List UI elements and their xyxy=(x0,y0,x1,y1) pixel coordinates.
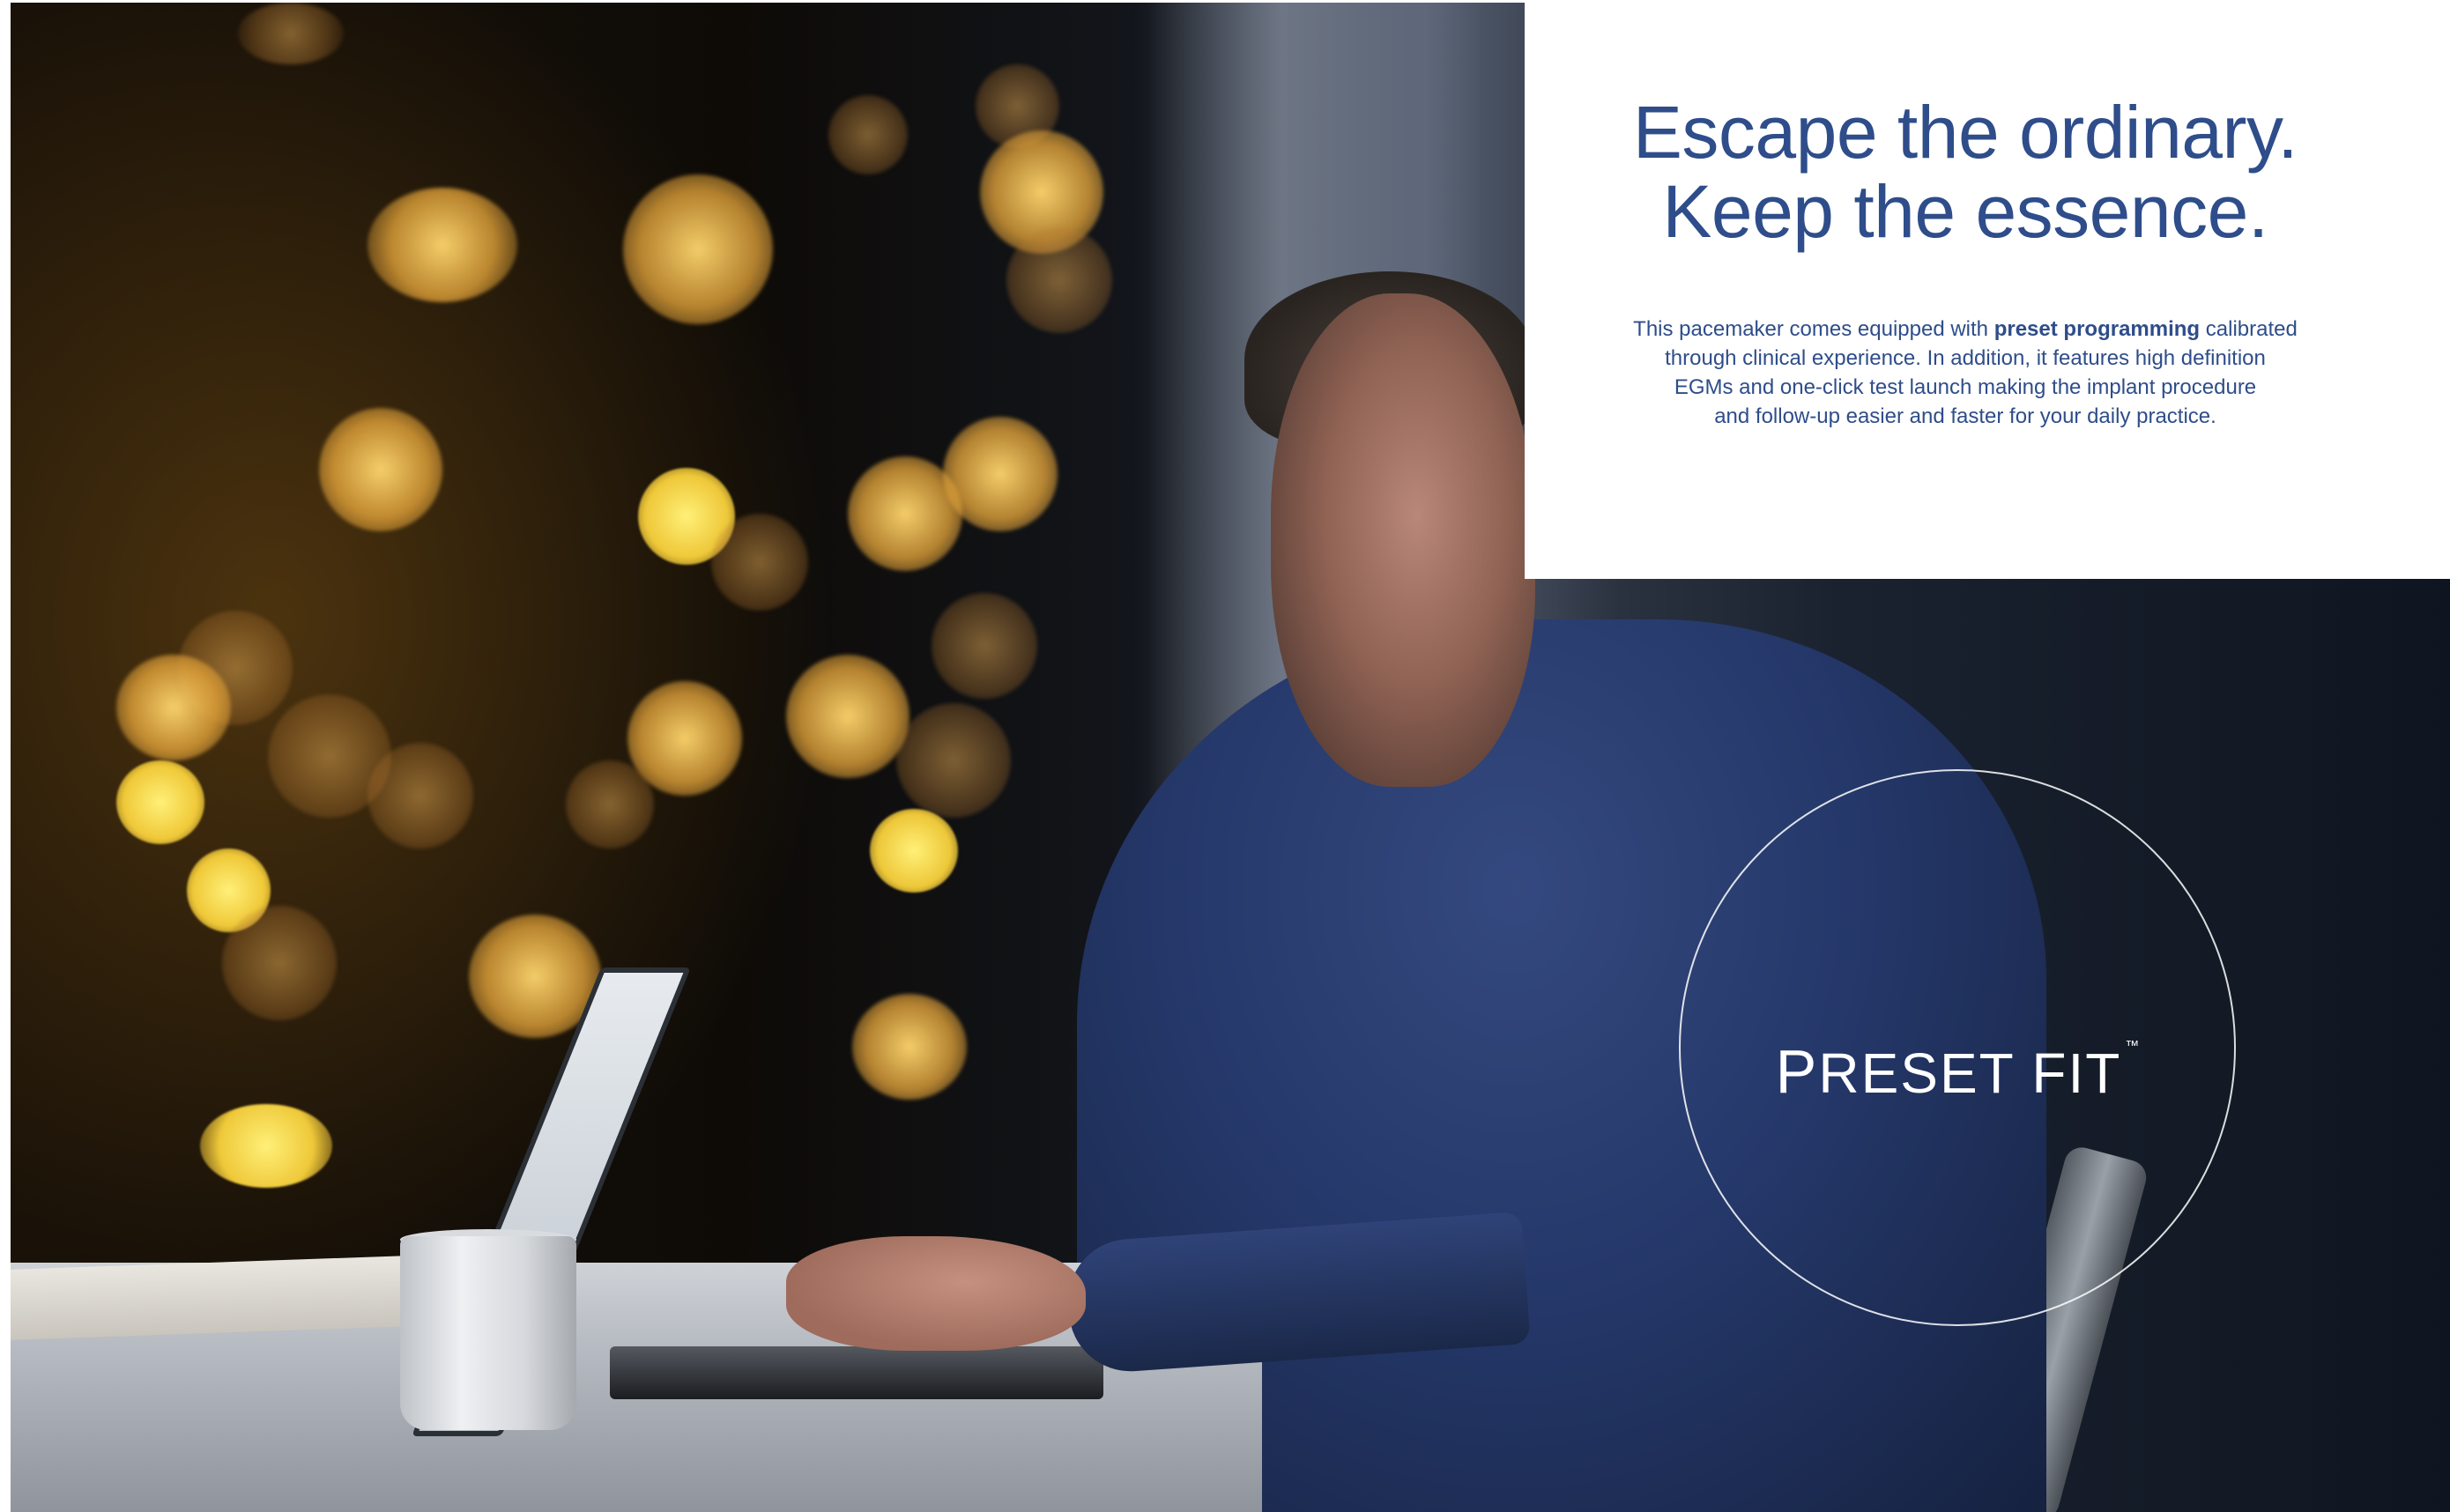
bokeh-light xyxy=(932,593,1037,699)
brand-wordmark: PRESET FIT ™ xyxy=(1679,1004,2236,1115)
person-hand xyxy=(786,1236,1086,1351)
bokeh-light xyxy=(319,408,442,531)
body-copy: This pacemaker comes equipped with prese… xyxy=(1525,315,2406,431)
headline-line-2: Keep the essence. xyxy=(1662,170,2268,253)
bokeh-light xyxy=(222,906,337,1020)
brand-initial: P xyxy=(1775,1037,1819,1106)
body-line-4: and follow-up easier and faster for your… xyxy=(1714,404,2216,428)
brand-name: RESET FIT xyxy=(1818,1041,2122,1105)
bokeh-light xyxy=(368,188,517,302)
bokeh-light xyxy=(943,417,1058,531)
trademark-symbol: ™ xyxy=(2125,1039,2140,1054)
body-line-3: EGMs and one-click test launch making th… xyxy=(1674,375,2257,399)
bokeh-light xyxy=(200,1104,332,1188)
bokeh-light xyxy=(116,760,204,844)
bokeh-light xyxy=(870,809,958,893)
headline-line-1: Escape the ordinary. xyxy=(1632,91,2298,174)
desk-papers xyxy=(11,1256,407,1340)
coffee-mug xyxy=(400,1236,576,1430)
bokeh-light xyxy=(368,743,473,849)
brochure-page: Escape the ordinary. Keep the essence. T… xyxy=(0,0,2450,1512)
body-line-1-start: This pacemaker comes equipped with xyxy=(1633,317,1994,341)
bokeh-light xyxy=(852,994,967,1100)
body-line-1-end: calibrated xyxy=(2200,317,2298,341)
person-face xyxy=(1271,293,1535,787)
body-line-1: This pacemaker comes equipped with prese… xyxy=(1525,315,2406,344)
bokeh-light xyxy=(896,703,1011,818)
body-line-2: through clinical experience. In addition… xyxy=(1665,346,2266,370)
bokeh-light xyxy=(238,3,344,64)
bokeh-light xyxy=(711,514,808,611)
text-card: Escape the ordinary. Keep the essence. T… xyxy=(1525,0,2450,579)
bokeh-light xyxy=(116,655,231,760)
bokeh-light xyxy=(566,760,654,849)
bokeh-light xyxy=(1006,227,1112,333)
laptop-keyboard xyxy=(610,1346,1103,1399)
bokeh-light xyxy=(786,655,909,778)
bokeh-light xyxy=(623,174,773,324)
body-line-1-emphasis: preset programming xyxy=(1993,317,2201,341)
bokeh-light xyxy=(828,95,908,174)
headline: Escape the ordinary. Keep the essence. xyxy=(1525,93,2406,251)
